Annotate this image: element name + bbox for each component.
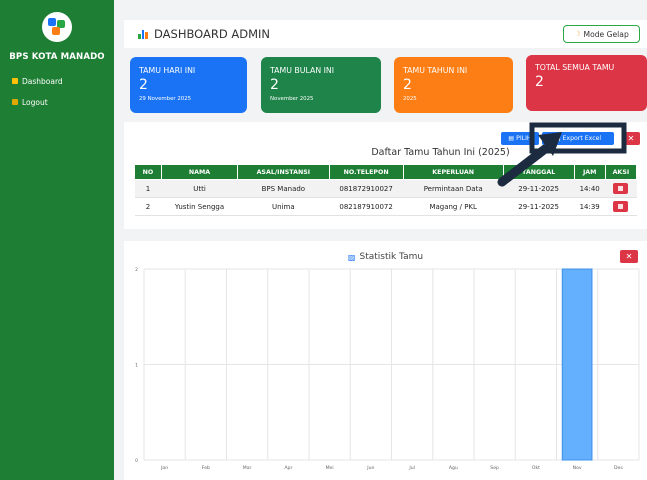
- logout-icon: [12, 99, 18, 105]
- cell-keperluan: Permintaan Data: [403, 179, 504, 198]
- x-tick-label: Jul: [408, 465, 415, 471]
- cell-asal: BPS Manado: [237, 179, 330, 198]
- page-title-text: DASHBOARD ADMIN: [154, 27, 271, 41]
- y-tick-label: 1: [135, 363, 138, 369]
- cell-no: 2: [134, 197, 162, 216]
- sidebar-item-label: Logout: [22, 97, 48, 107]
- pilih-button[interactable]: ▤ PILIH: [501, 132, 539, 145]
- cell-nama: Utti: [161, 179, 238, 198]
- sidebar-item-logout[interactable]: Logout: [12, 95, 48, 109]
- sidebar-item-label: Dashboard: [22, 76, 63, 86]
- cell-aksi: [605, 179, 637, 198]
- cell-tanggal: 29-11-2025: [503, 197, 575, 216]
- close-table-button[interactable]: ✕: [622, 132, 640, 145]
- cell-aksi: [605, 197, 637, 216]
- x-tick-label: Feb: [202, 465, 210, 471]
- x-tick-label: Jun: [366, 465, 374, 471]
- cell-asal: Unima: [237, 197, 330, 216]
- guest-table: NO NAMA ASAL/INSTANSI NO.TELEPON KEPERLU…: [134, 164, 638, 216]
- card-value: 2: [139, 77, 148, 93]
- x-tick-label: Apr: [284, 465, 292, 471]
- card-subtitle: November 2025: [270, 96, 314, 102]
- y-tick-label: 2: [135, 267, 138, 273]
- sidebar: BPS KOTA MANADO Dashboard Logout: [0, 0, 114, 480]
- card-tamu-tahun-ini: TAMU TAHUN INI 2 2025: [394, 57, 513, 113]
- guest-table-title: Daftar Tamu Tahun Ini (2025): [371, 147, 510, 158]
- card-subtitle: 2025: [403, 96, 417, 102]
- column-header: JAM: [573, 164, 606, 180]
- guest-table-panel: ▤ PILIH ▦ Export Excel ✕ Daftar Tamu Tah…: [124, 122, 647, 229]
- cell-jam: 14:40: [574, 179, 606, 198]
- moon-icon: ☽: [574, 30, 581, 38]
- card-title: TAMU BULAN INI: [270, 66, 335, 75]
- x-tick-label: Mei: [326, 465, 334, 471]
- x-tick-label: Sep: [490, 465, 499, 471]
- close-icon: ✕: [627, 134, 635, 143]
- table-row: 1 Utti BPS Manado 081872910027 Permintaa…: [134, 179, 637, 198]
- y-tick-label: 0: [135, 458, 138, 464]
- dark-mode-label: Mode Gelap: [583, 29, 629, 39]
- cell-keperluan: Magang / PKL: [403, 197, 504, 216]
- cell-nama: Yustin Sengga: [161, 197, 238, 216]
- card-value: 2: [270, 77, 279, 93]
- x-tick-label: Nov: [573, 465, 582, 471]
- cell-telepon: 082187910072: [329, 197, 404, 216]
- table-row: 2 Yustin Sengga Unima 082187910072 Magan…: [134, 197, 637, 216]
- sidebar-item-dashboard[interactable]: Dashboard: [12, 74, 63, 88]
- header: DASHBOARD ADMIN ☽ Mode Gelap: [124, 20, 647, 48]
- bar-chart-icon: [138, 29, 149, 39]
- bps-logo-icon: [48, 18, 66, 36]
- delete-button[interactable]: [613, 201, 629, 212]
- bar-nov[interactable]: [561, 268, 593, 461]
- card-subtitle: 29 November 2025: [139, 96, 192, 102]
- bar-chart: 0 1 2 Jan Feb Mar Apr Mei Jun Jul Agu Sep Okt Nov Des: [135, 267, 640, 471]
- column-header: TANGGAL: [502, 164, 575, 180]
- card-total-semua-tamu: TOTAL SEMUA TAMU 2: [526, 55, 647, 111]
- cell-tanggal: 29-11-2025: [503, 179, 575, 198]
- home-icon: [12, 78, 18, 84]
- delete-button[interactable]: [613, 183, 629, 194]
- filter-icon: ▤: [508, 135, 515, 142]
- cell-telepon: 081872910027: [329, 179, 404, 198]
- x-tick-label: Des: [614, 465, 623, 471]
- card-value: 2: [535, 74, 544, 90]
- column-header: AKSI: [604, 164, 638, 180]
- table-header-row: NO NAMA ASAL/INSTANSI NO.TELEPON KEPERLU…: [134, 164, 638, 180]
- column-header: ASAL/INSTANSI: [237, 164, 330, 180]
- pilih-label: PILIH: [516, 135, 532, 142]
- bps-logo: [42, 12, 72, 42]
- brand-name: BPS KOTA MANADO: [9, 52, 105, 62]
- card-title: TOTAL SEMUA TAMU: [535, 63, 615, 72]
- card-tamu-hari-ini: TAMU HARI INI 2 29 November 2025: [130, 57, 247, 113]
- excel-icon: ▦: [554, 135, 561, 142]
- card-title: TAMU HARI INI: [139, 66, 196, 75]
- card-value: 2: [403, 77, 412, 93]
- card-tamu-bulan-ini: TAMU BULAN INI 2 November 2025: [261, 57, 381, 113]
- column-header: NO.TELEPON: [328, 164, 404, 180]
- export-excel-label: Export Excel: [562, 135, 602, 142]
- export-excel-button[interactable]: ▦ Export Excel: [542, 132, 614, 145]
- dark-mode-button[interactable]: ☽ Mode Gelap: [563, 25, 640, 43]
- column-header: NO: [134, 164, 162, 180]
- x-tick-label: Okt: [532, 465, 540, 471]
- cell-no: 1: [134, 179, 162, 198]
- column-header: NAMA: [160, 164, 239, 180]
- cell-jam: 14:39: [574, 197, 606, 216]
- page-title: DASHBOARD ADMIN: [138, 27, 270, 41]
- x-tick-label: Agu: [449, 465, 458, 471]
- x-tick-label: Mar: [243, 465, 252, 471]
- card-title: TAMU TAHUN INI: [403, 66, 468, 75]
- chart-panel: ▨ Statistik Tamu ✕ 0 1 2 Jan Feb Mar Apr Mei Jun…: [124, 241, 647, 480]
- x-tick-label: Jan: [160, 465, 168, 471]
- column-header: KEPERLUAN: [402, 164, 504, 180]
